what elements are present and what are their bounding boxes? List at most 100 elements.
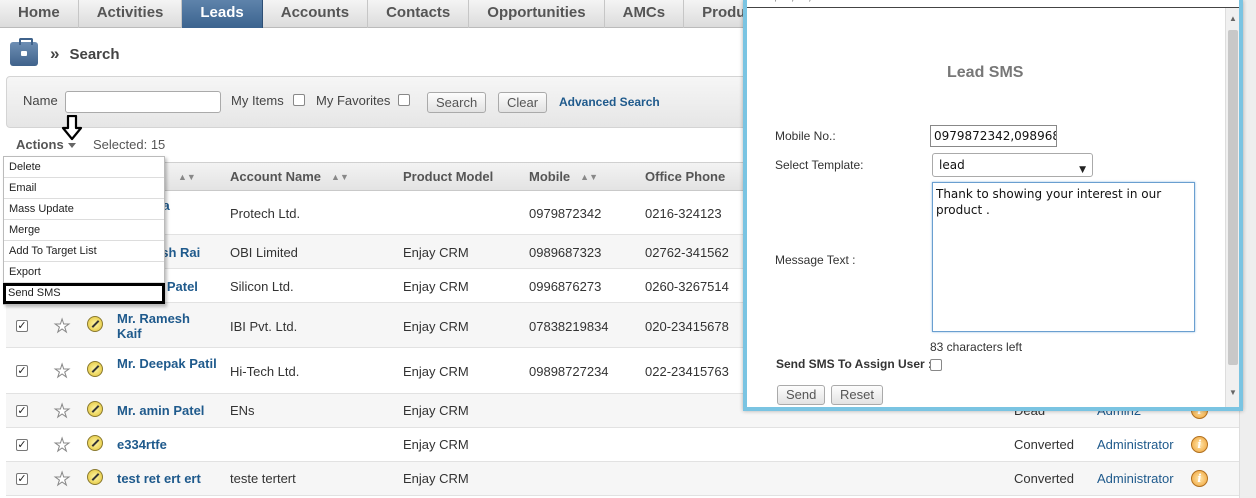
template-selected-value: lead [939,158,965,172]
name-search-input[interactable] [65,91,221,113]
dialog-scrollbar[interactable]: ▲ ▼ [1225,8,1239,407]
account-name: IBI Pvt. Ltd. [230,319,298,334]
advanced-search-link[interactable]: Advanced Search [559,95,660,109]
my-items-checkbox[interactable] [293,94,305,106]
tab-opportunities[interactable]: Opportunities [469,0,605,28]
lead-sms-dialog: …, …, …, … Lead SMS Mobile No.: 09798723… [743,0,1243,411]
row-checkbox[interactable]: ✓ [16,439,28,451]
scroll-up-icon[interactable]: ▲ [1229,14,1237,23]
reset-button[interactable]: Reset [831,385,883,405]
menu-item-mass-update[interactable]: Mass Update [4,199,164,220]
my-favorites-label: My Favorites [316,93,391,108]
mobile: 0996876273 [529,279,602,294]
account-name: OBI Limited [230,245,298,260]
sort-icon[interactable]: ▲▼ [168,169,196,184]
lead-name-link[interactable]: Mr. amin Patel [117,403,237,418]
row-checkbox[interactable]: ✓ [16,320,28,332]
lead-name-link[interactable]: Mr. Deepak Patil [117,356,217,371]
info-icon[interactable]: i [1191,470,1208,487]
pencil-edit-icon[interactable] [87,435,103,451]
product-model: Enjay CRM [403,471,469,486]
chevron-down-icon[interactable] [68,143,76,148]
tab-activities[interactable]: Activities [79,0,183,28]
message-textarea[interactable]: Thank to showing your interest in our pr… [932,182,1195,332]
lead-name-link[interactable]: test ret ert ert [117,471,237,486]
tab-amcs[interactable]: AMCs [605,0,685,28]
dialog-title: Lead SMS [947,64,1024,81]
mobile: 09898727234 [529,364,609,379]
menu-item-send-sms[interactable]: Send SMS [3,283,165,304]
account-name: teste tertert [230,471,296,486]
pencil-edit-icon[interactable] [87,316,103,332]
my-favorites-checkbox[interactable] [398,94,410,106]
mobile: 07838219834 [529,319,609,334]
office-phone: 0216-324123 [645,206,722,221]
product-model: Enjay CRM [403,245,469,260]
template-select[interactable]: lead ▼ [932,153,1093,177]
clear-button[interactable]: Clear [498,92,548,113]
row-checkbox[interactable]: ✓ [16,473,28,485]
down-arrow-cursor-icon [61,115,83,141]
sort-icon[interactable]: ▲▼ [580,172,598,182]
assign-user-checkbox[interactable] [930,359,942,371]
office-phone: 02762-341562 [645,245,729,260]
briefcase-icon [10,38,38,66]
actions-menu-button[interactable]: Actions [16,137,64,152]
search-button[interactable]: Search [427,92,487,113]
menu-item-email[interactable]: Email [4,178,164,199]
dialog-header-text: …, …, …, … [763,0,825,3]
account-name: Hi-Tech Ltd. [230,364,300,379]
menu-item-delete[interactable]: Delete [4,157,164,178]
selected-count: Selected: 15 [93,137,166,152]
product-model: Enjay CRM [403,364,469,379]
pencil-edit-icon[interactable] [87,469,103,485]
template-label: Select Template: [775,158,864,172]
send-button[interactable]: Send [777,385,826,405]
column-mobile[interactable]: Mobile ▲▼ [529,169,598,184]
assigned-user-link[interactable]: Administrator [1097,471,1174,486]
star-icon[interactable]: ★ [53,470,70,489]
star-icon[interactable]: ★ [53,362,70,381]
mobile: 0979872342 [529,206,602,221]
assigned-user-link[interactable]: Administrator [1097,437,1174,452]
scroll-thumb[interactable] [1228,30,1238,365]
tab-contacts[interactable]: Contacts [368,0,470,28]
office-phone: 0260-3267514 [645,279,729,294]
pencil-edit-icon[interactable] [87,401,103,417]
sort-icon[interactable]: ▲▼ [331,172,349,182]
table-row[interactable]: ✓ ★ test ret ert ert teste tertert Enjay… [6,462,1246,496]
product-model: Enjay CRM [403,437,469,452]
breadcrumb-separator: » [50,44,60,63]
mobile-number-input[interactable]: 0979872342,0989687 [930,125,1057,147]
column-office-phone[interactable]: Office Phone [645,169,725,184]
star-icon[interactable]: ★ [53,436,70,455]
menu-item-export[interactable]: Export [4,262,164,283]
page-title: Search [69,45,120,63]
info-icon[interactable]: i [1191,436,1208,453]
actions-dropdown-menu: Delete Email Mass Update Merge Add To Ta… [3,156,165,305]
product-model: Enjay CRM [403,279,469,294]
scroll-down-icon[interactable]: ▼ [1229,388,1237,397]
menu-item-add-to-target-list[interactable]: Add To Target List [4,241,164,262]
column-product-model[interactable]: Product Model [403,169,493,184]
message-label: Message Text : [775,253,856,267]
product-model: Enjay CRM [403,319,469,334]
tab-home[interactable]: Home [0,0,79,28]
lead-name-link[interactable]: e334rtfe [117,437,217,452]
account-name: Protech Ltd. [230,206,301,221]
row-checkbox[interactable]: ✓ [16,365,28,377]
lead-status: Converted [1014,437,1074,452]
row-checkbox[interactable]: ✓ [16,405,28,417]
lead-name-link[interactable]: Mr. Ramesh Kaif [117,311,217,341]
star-icon[interactable]: ★ [53,317,70,336]
column-account-name[interactable]: Account Name ▲▼ [230,169,349,184]
menu-item-merge[interactable]: Merge [4,220,164,241]
lead-status: Converted [1014,471,1074,486]
pencil-edit-icon[interactable] [87,361,103,377]
dialog-header-strip: …, …, …, … [747,0,1239,8]
star-icon[interactable]: ★ [53,402,70,421]
tab-leads[interactable]: Leads [182,0,263,28]
table-row[interactable]: ✓ ★ e334rtfe Enjay CRM Converted Adminis… [6,428,1246,462]
characters-left-counter: 83 characters left [930,340,1023,354]
tab-accounts[interactable]: Accounts [263,0,369,28]
